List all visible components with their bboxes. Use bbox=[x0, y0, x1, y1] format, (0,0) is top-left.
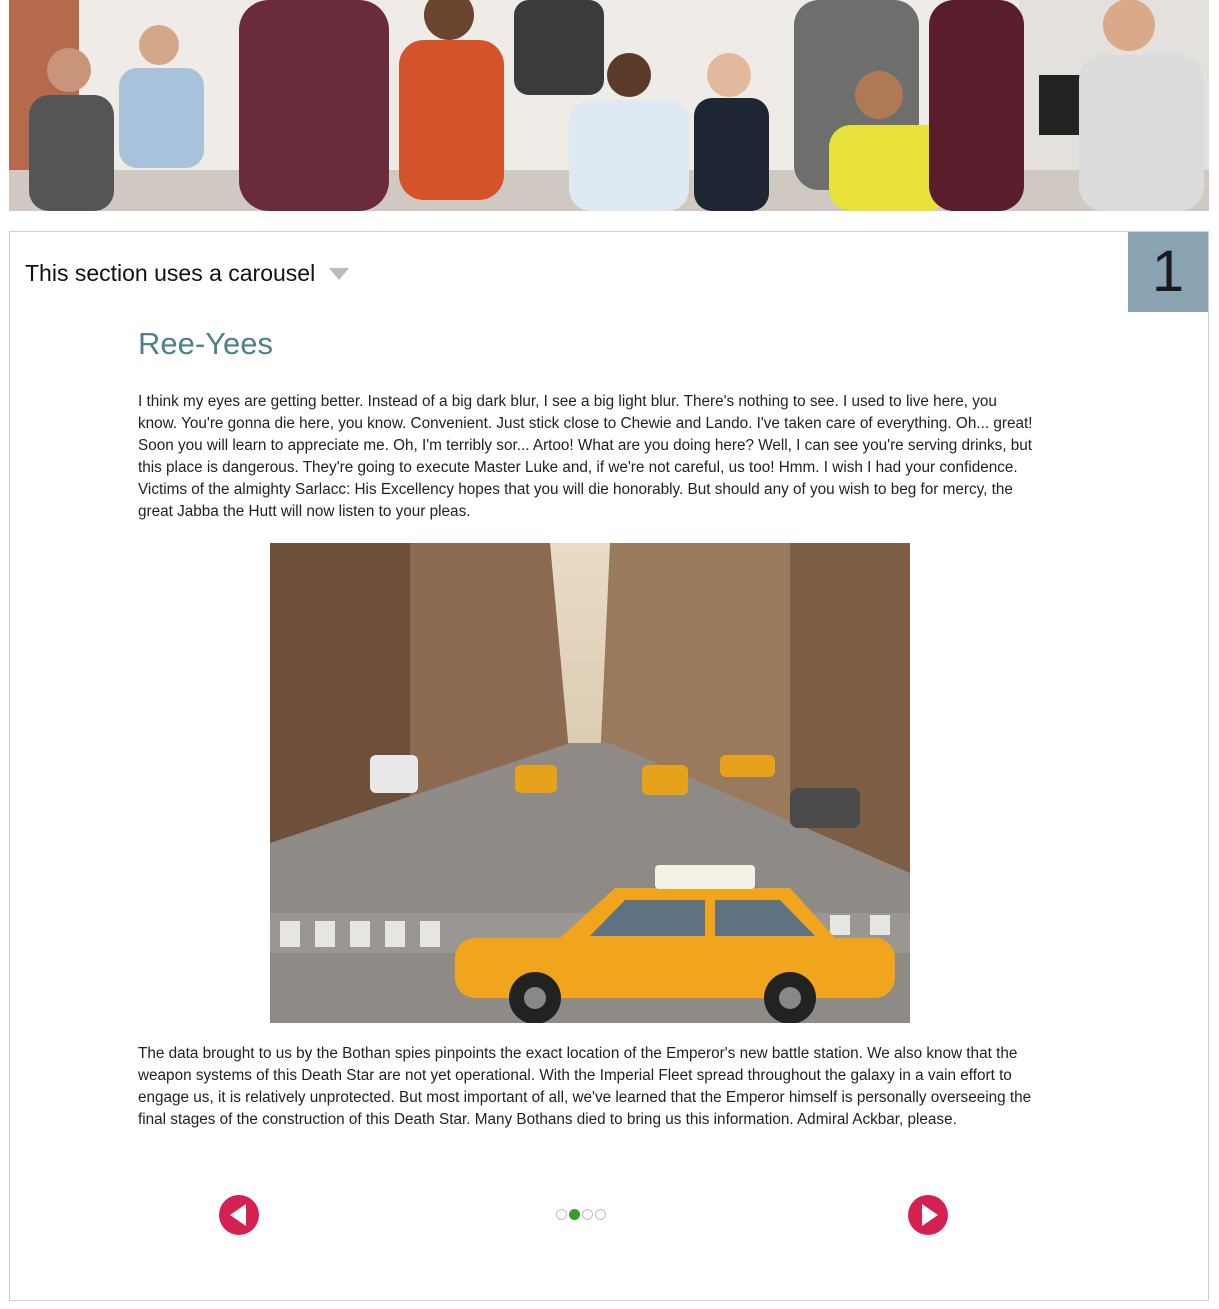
carousel-dot-4[interactable] bbox=[595, 1209, 606, 1220]
caret-down-icon[interactable] bbox=[329, 267, 350, 280]
section-number-badge: 1 bbox=[1128, 232, 1208, 312]
city-street-taxi-photo bbox=[270, 543, 910, 1023]
section-header[interactable]: This section uses a carousel bbox=[25, 260, 350, 287]
carousel-pagination bbox=[556, 1209, 606, 1220]
previous-slide-button[interactable] bbox=[219, 1195, 259, 1235]
section-title: This section uses a carousel bbox=[25, 260, 316, 286]
slide-paragraph-1: I think my eyes are getting better. Inst… bbox=[138, 393, 1033, 520]
slide-paragraph-2: The data brought to us by the Bothan spi… bbox=[138, 1045, 1032, 1128]
slide-title: Ree-Yees bbox=[138, 326, 274, 361]
carousel-dot-3[interactable] bbox=[582, 1209, 593, 1220]
arrow-left-icon bbox=[230, 1204, 246, 1226]
team-photo bbox=[9, 0, 1209, 211]
next-slide-button[interactable] bbox=[908, 1195, 948, 1235]
arrow-right-icon bbox=[922, 1204, 938, 1226]
carousel-dot-1[interactable] bbox=[556, 1209, 567, 1220]
banner-image bbox=[9, 0, 1209, 211]
carousel-dot-2[interactable] bbox=[569, 1209, 580, 1220]
carousel-section: 1 This section uses a carousel Ree-Yees … bbox=[9, 231, 1209, 1301]
